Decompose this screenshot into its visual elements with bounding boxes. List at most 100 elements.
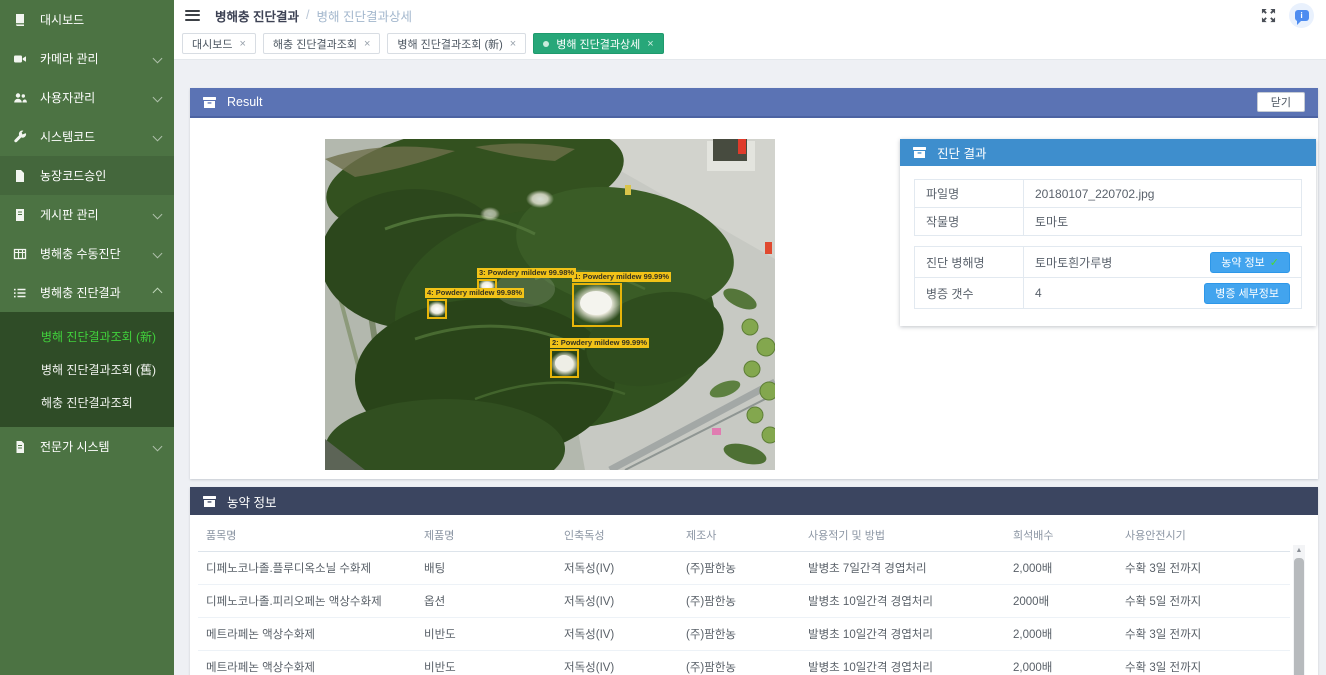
sidebar-item-camera[interactable]: 카메라 관리 xyxy=(0,39,174,78)
sidebar-item-manual-diagnosis[interactable]: 병해충 수동진단 xyxy=(0,234,174,273)
sidebar-item-label: 병해충 수동진단 xyxy=(40,245,121,262)
sidebar-item-label: 전문가 시스템 xyxy=(40,438,110,455)
chevron-up-icon xyxy=(153,288,163,298)
column-header: 희석배수 xyxy=(1005,518,1117,552)
archive-box-icon xyxy=(203,97,216,108)
column-header: 사용안전시기 xyxy=(1117,518,1290,552)
sidebar-item-label: 카메라 관리 xyxy=(40,50,99,67)
pesticide-info-button-label: 농약 정보 xyxy=(1221,254,1265,270)
cell: 저독성(IV) xyxy=(556,552,678,585)
pesticide-table-container: 품목명 제품명 인축독성 제조사 사용적기 및 방법 희석배수 사용안전시기 xyxy=(190,515,1318,675)
detection-box xyxy=(550,349,579,378)
tab-label: 대시보드 xyxy=(192,36,232,52)
cell: 발병초 10일간격 경엽처리 xyxy=(800,618,1005,651)
active-tab-dot xyxy=(543,41,549,47)
table-row: 병증 갯수 4 병증 세부정보 xyxy=(915,278,1302,309)
disease-name-cell: 토마토흰가루병 농약 정보 ✓ xyxy=(1024,247,1302,278)
table-scrollbar[interactable]: ▲ xyxy=(1293,545,1305,675)
tab-pest-results[interactable]: 해충 진단결과조회 × xyxy=(263,33,380,54)
diagnosis-file-table: 파일명 20180107_220702.jpg 작물명 토마토 xyxy=(914,179,1302,236)
cell: 발병초 7일간격 경엽처리 xyxy=(800,552,1005,585)
cell: (주)팜한농 xyxy=(678,618,800,651)
fullscreen-icon[interactable] xyxy=(1261,8,1276,23)
cell: 수확 3일 전까지 xyxy=(1117,552,1290,585)
scrollbar-thumb[interactable] xyxy=(1294,558,1304,675)
detection-label: 1: Powdery mildew 99.99% xyxy=(572,272,671,282)
info-icon[interactable]: i xyxy=(1289,3,1314,28)
sidebar-item-expert-system[interactable]: 전문가 시스템 xyxy=(0,427,174,466)
symptom-count-value: 4 xyxy=(1035,286,1042,300)
chevron-down-icon xyxy=(153,210,163,220)
cell: 배팅 xyxy=(416,552,556,585)
pesticide-info-button[interactable]: 농약 정보 ✓ xyxy=(1210,252,1290,273)
tab-close-icon[interactable]: × xyxy=(647,38,653,50)
tab-close-icon[interactable]: × xyxy=(364,38,370,50)
dashboard-icon xyxy=(13,13,27,27)
sidebar-item-label: 게시판 관리 xyxy=(40,206,99,223)
cell: 저독성(IV) xyxy=(556,618,678,651)
sidebar-item-diagnosis-results[interactable]: 병해충 진단결과 xyxy=(0,273,174,312)
menu-toggle-icon[interactable] xyxy=(185,10,200,21)
diagnosis-detail-table: 진단 병해명 토마토흰가루병 농약 정보 ✓ xyxy=(914,246,1302,309)
breadcrumb-separator: / xyxy=(306,8,309,22)
board-icon xyxy=(13,208,27,222)
breadcrumb: 병해충 진단결과 / 병해 진단결과상세 xyxy=(215,6,412,25)
users-icon xyxy=(13,91,27,105)
sidebar-subitem-disease-results-old[interactable]: 병해 진단결과조회 (舊) xyxy=(0,353,174,386)
field-label: 진단 병해명 xyxy=(915,247,1024,278)
tab-close-icon[interactable]: × xyxy=(510,38,516,50)
tab-close-icon[interactable]: × xyxy=(239,38,245,50)
cell: 디페노코나졸.플루디옥소닐 수화제 xyxy=(198,552,416,585)
cell: 메트라페논 액상수화제 xyxy=(198,618,416,651)
tab-dashboard[interactable]: 대시보드 × xyxy=(182,33,256,54)
sidebar-submenu: 병해 진단결과조회 (新) 병해 진단결과조회 (舊) 해충 진단결과조회 xyxy=(0,312,174,427)
pesticide-panel-title: 농약 정보 xyxy=(227,492,276,511)
column-header: 제품명 xyxy=(416,518,556,552)
cell: 비반도 xyxy=(416,651,556,675)
chevron-down-icon xyxy=(153,249,163,259)
diagnosis-card-title: 진단 결과 xyxy=(937,143,986,162)
diagnosis-card-body: 파일명 20180107_220702.jpg 작물명 토마토 xyxy=(900,166,1316,326)
sidebar-item-dashboard[interactable]: 대시보드 xyxy=(0,0,174,39)
cell: 2,000배 xyxy=(1005,618,1117,651)
sidebar-item-label: 대시보드 xyxy=(40,11,84,28)
cell: 발병초 10일간격 경엽처리 xyxy=(800,585,1005,618)
sidebar-subitem-disease-results-new[interactable]: 병해 진단결과조회 (新) xyxy=(0,320,174,353)
diagnosis-result-card: 진단 결과 파일명 20180107_220702.jpg 작물명 토마 xyxy=(900,139,1316,326)
cell: 디페노코나졸.피리오페논 액상수화제 xyxy=(198,585,416,618)
symptom-detail-button[interactable]: 병증 세부정보 xyxy=(1204,283,1290,304)
chevron-down-icon xyxy=(153,54,163,64)
symptom-detail-button-label: 병증 세부정보 xyxy=(1215,285,1279,301)
sidebar-item-system-code[interactable]: 시스템코드 xyxy=(0,117,174,156)
pesticide-table: 품목명 제품명 인축독성 제조사 사용적기 및 방법 희석배수 사용안전시기 xyxy=(198,518,1290,675)
cell: 수확 3일 전까지 xyxy=(1117,651,1290,675)
result-panel-header: Result 닫기 xyxy=(190,88,1318,118)
file-icon xyxy=(13,169,27,183)
detection-label: 2: Powdery mildew 99.99% xyxy=(550,338,649,348)
chevron-down-icon xyxy=(153,442,163,452)
sidebar-item-board[interactable]: 게시판 관리 xyxy=(0,195,174,234)
breadcrumb-parent: 병해충 진단결과 xyxy=(215,6,299,25)
document-icon xyxy=(13,440,27,454)
column-header: 품목명 xyxy=(198,518,416,552)
detection-label: 4: Powdery mildew 99.98% xyxy=(425,288,524,298)
pesticide-info-panel: 농약 정보 품목명 제품명 인축독성 제조사 사용적기 및 방법 희 xyxy=(190,487,1318,675)
sidebar-subitem-pest-results[interactable]: 해충 진단결과조회 xyxy=(0,386,174,419)
plant-photo: 1: Powdery mildew 99.99% 2: Powdery mild… xyxy=(325,139,775,470)
detection-box xyxy=(427,299,447,319)
scrollbar-up-arrow-icon[interactable]: ▲ xyxy=(1293,545,1305,557)
sidebar-item-farm-code-approval[interactable]: 농장코드승인 xyxy=(0,156,174,195)
tab-disease-results-new[interactable]: 병해 진단결과조회 (新) × xyxy=(387,33,526,54)
column-header: 제조사 xyxy=(678,518,800,552)
tab-label: 병해 진단결과조회 (新) xyxy=(397,36,502,52)
close-button[interactable]: 닫기 xyxy=(1257,92,1305,112)
sidebar-item-users[interactable]: 사용자관리 xyxy=(0,78,174,117)
chevron-down-icon xyxy=(153,132,163,142)
info-bubble-glyph: i xyxy=(1295,10,1309,21)
tab-disease-result-detail[interactable]: 병해 진단결과상세 × xyxy=(533,33,663,54)
table-row: 디페노코나졸.플루디옥소닐 수화제 배팅 저독성(IV) (주)팜한농 발병초 … xyxy=(198,552,1290,585)
cell: (주)팜한농 xyxy=(678,651,800,675)
main-area: 병해충 진단결과 / 병해 진단결과상세 i xyxy=(174,0,1326,675)
wrench-icon xyxy=(13,130,27,144)
tab-label: 병해 진단결과상세 xyxy=(556,36,640,52)
